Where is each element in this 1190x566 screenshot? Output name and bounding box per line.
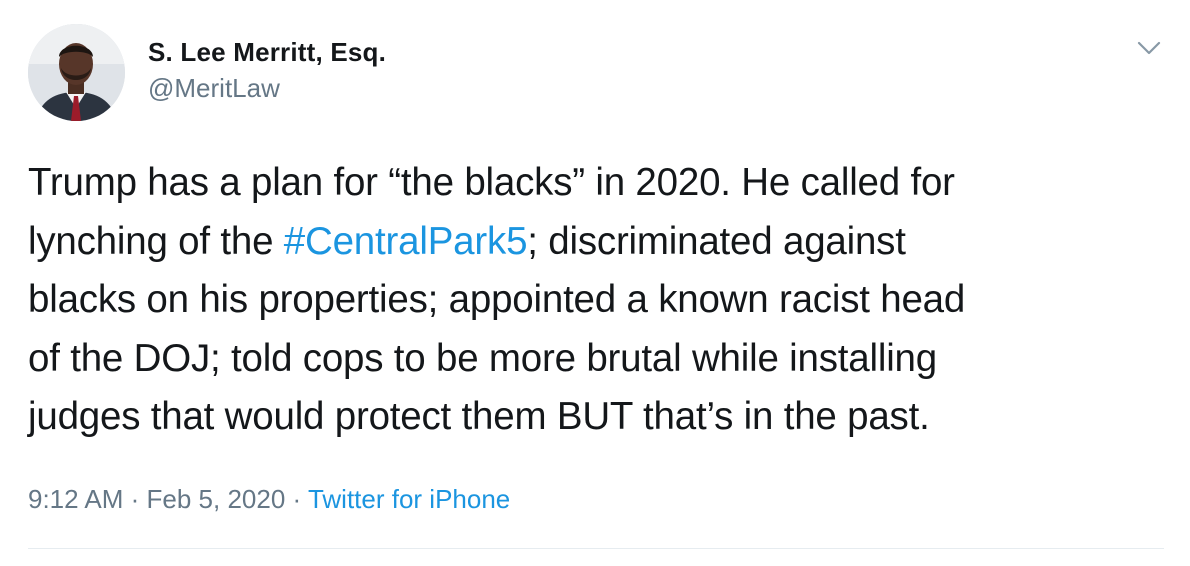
divider: [28, 548, 1164, 549]
tweet-text-line: judges that would protect them BUT that’…: [28, 395, 930, 438]
tweet-text: Trump has a plan for “the blacks” in 202…: [28, 154, 1158, 447]
tweet-metadata: 9:12 AM · Feb 5, 2020 · Twitter for iPho…: [28, 482, 510, 516]
tweet-time[interactable]: 9:12 AM: [28, 484, 123, 514]
tweet-text-segment: ; discriminated against: [527, 219, 906, 263]
hashtag-link[interactable]: #CentralPark5: [284, 220, 528, 263]
source-link[interactable]: Twitter for iPhone: [308, 484, 510, 514]
tweet-text-line: lynching of the #CentralPark5; discrimin…: [28, 213, 1158, 272]
meta-separator: ·: [285, 484, 308, 514]
meta-separator: ·: [123, 484, 147, 514]
tweet-text-line: of the DOJ; told cops to be more brutal …: [28, 336, 937, 380]
author-block: S. Lee Merritt, Esq. @MeritLaw: [148, 36, 386, 104]
tweet-text-line: blacks on his properties; appointed a kn…: [28, 278, 966, 321]
profile-photo: [28, 24, 125, 121]
display-name[interactable]: S. Lee Merritt, Esq.: [148, 36, 386, 68]
tweet-text-line: Trump has a plan for “the blacks” in 202…: [28, 161, 955, 204]
tweet-text-segment: lynching of the: [28, 219, 284, 263]
chevron-down-icon[interactable]: [1136, 38, 1162, 58]
tweet-date[interactable]: Feb 5, 2020: [147, 484, 286, 514]
tweet-card: S. Lee Merritt, Esq. @MeritLaw Trump has…: [0, 0, 1190, 566]
avatar[interactable]: [28, 24, 125, 121]
user-handle[interactable]: @MeritLaw: [148, 72, 386, 104]
